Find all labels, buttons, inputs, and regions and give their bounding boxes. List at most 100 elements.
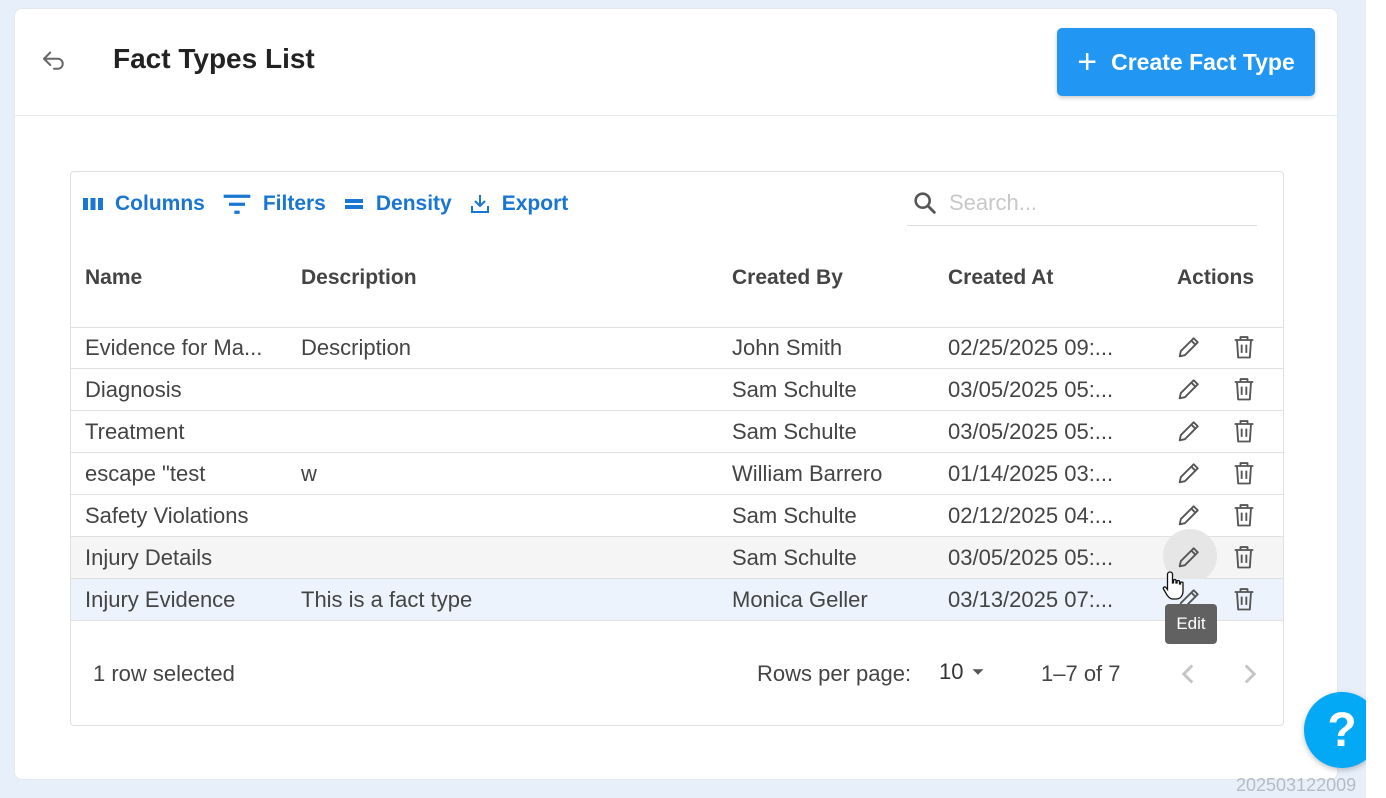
cell-name: Safety Violations <box>85 503 249 528</box>
delete-button[interactable] <box>1230 585 1260 615</box>
edit-button[interactable] <box>1175 375 1205 405</box>
cell-created-at: 03/13/2025 07:... <box>948 587 1114 612</box>
pencil-icon <box>1178 547 1199 568</box>
cell-created-by: John Smith <box>732 335 843 360</box>
trash-icon <box>1234 504 1254 527</box>
chevron-left-icon <box>1181 664 1194 684</box>
edit-tooltip: Edit <box>1165 604 1217 644</box>
cell-description: Description <box>301 335 412 360</box>
chevron-right-icon <box>1244 664 1257 684</box>
header-name[interactable]: Name <box>85 266 142 290</box>
trash-icon <box>1234 546 1254 569</box>
column-headers: Name Description Created By Created At A… <box>71 242 1283 328</box>
rows-per-page-label: Rows per page: <box>757 661 912 686</box>
page-title: Fact Types List <box>113 43 315 74</box>
cell-created-by: Sam Schulte <box>732 503 857 528</box>
header-created-at[interactable]: Created At <box>948 266 1053 290</box>
trash-icon <box>1234 420 1254 443</box>
grid-toolbar: Columns Filters Density Export <box>81 186 584 222</box>
data-grid: Columns Filters Density Export Name Desc… <box>70 171 1284 726</box>
trash-icon <box>1234 378 1254 401</box>
table-row[interactable]: Safety Violations Sam Schulte 02/12/2025 0… <box>71 495 1283 537</box>
cell-name: Evidence for Ma... <box>85 335 263 360</box>
delete-button[interactable] <box>1230 375 1260 405</box>
selected-count: 1 row selected <box>93 661 235 686</box>
cell-created-at: 03/05/2025 05:... <box>948 419 1114 444</box>
grid-footer: 1 row selected Rows per page: 10 1–7 of … <box>71 629 1283 725</box>
table-row[interactable]: escape "test w William Barrero 01/14/2025 0… <box>71 453 1283 495</box>
edit-button[interactable] <box>1175 501 1205 531</box>
cell-created-by: Sam Schulte <box>732 377 857 402</box>
cell-name: Diagnosis <box>85 377 182 402</box>
filters-label: Filters <box>262 192 326 215</box>
delete-button[interactable] <box>1230 417 1260 447</box>
edit-button[interactable] <box>1175 333 1205 363</box>
cell-created-by: Sam Schulte <box>732 419 857 444</box>
pencil-icon <box>1178 379 1199 400</box>
delete-button[interactable] <box>1230 333 1260 363</box>
caret-down-icon <box>972 669 984 675</box>
cell-name: Injury Details <box>85 545 213 570</box>
pencil-icon <box>1178 337 1199 358</box>
cell-description: w <box>301 461 317 486</box>
plus-icon: + <box>1077 43 1098 81</box>
table-row[interactable]: Treatment Sam Schulte 03/05/2025 05:... <box>71 411 1283 453</box>
density-icon <box>344 199 363 209</box>
pencil-icon <box>1178 505 1199 526</box>
search-input[interactable] <box>949 189 1239 216</box>
delete-button[interactable] <box>1230 501 1260 531</box>
rows-per-page-value: 10 <box>939 659 964 684</box>
build-id: 202503122009 <box>1236 775 1357 795</box>
columns-button[interactable]: Columns <box>81 192 205 216</box>
cell-created-at: 03/05/2025 05:... <box>948 377 1114 402</box>
filters-button[interactable]: Filters <box>221 188 326 220</box>
header-description[interactable]: Description <box>301 266 417 290</box>
export-button[interactable]: Export <box>468 192 569 216</box>
table-row[interactable]: Injury Evidence This is a fact type Monica… <box>71 579 1283 621</box>
trash-icon <box>1234 336 1254 359</box>
table-row[interactable]: Diagnosis Sam Schulte 03/05/2025 05:... <box>71 369 1283 411</box>
cell-description: This is a fact type <box>301 587 473 612</box>
edit-button[interactable] <box>1175 417 1205 447</box>
cell-created-by: William Barrero <box>732 461 883 486</box>
trash-icon <box>1234 588 1254 611</box>
export-label: Export <box>501 192 569 215</box>
next-page-button[interactable] <box>1233 657 1267 691</box>
cell-created-at: 01/14/2025 03:... <box>948 461 1114 486</box>
cell-created-at: 02/25/2025 09:... <box>948 335 1114 360</box>
create-fact-type-label: Create Fact Type <box>1111 48 1295 75</box>
delete-button[interactable] <box>1230 543 1260 573</box>
cell-name: Injury Evidence <box>85 587 236 612</box>
cell-created-at: 03/05/2025 05:... <box>948 545 1114 570</box>
edit-button[interactable] <box>1175 543 1205 573</box>
back-button[interactable] <box>39 45 69 75</box>
hand-cursor-icon <box>1162 571 1184 600</box>
search-icon <box>914 191 936 214</box>
cell-created-by: Sam Schulte <box>732 545 857 570</box>
pencil-icon <box>1178 463 1199 484</box>
header-created-by[interactable]: Created By <box>732 266 843 290</box>
rows-per-page-select[interactable]: 10 <box>939 659 989 685</box>
trash-icon <box>1234 462 1254 485</box>
edit-button[interactable] <box>1175 459 1205 489</box>
columns-icon <box>83 198 103 210</box>
download-icon <box>470 195 489 213</box>
density-button[interactable]: Density <box>342 192 452 216</box>
cell-name: escape "test <box>85 461 206 486</box>
cell-created-by: Monica Geller <box>732 587 868 612</box>
search-box <box>907 180 1257 226</box>
create-fact-type-button[interactable]: + Create Fact Type <box>1057 28 1315 96</box>
cell-name: Treatment <box>85 419 185 444</box>
prev-page-button[interactable] <box>1171 657 1205 691</box>
pencil-icon <box>1178 421 1199 442</box>
table-row[interactable]: Evidence for Ma... Description John Smith 0… <box>71 327 1283 369</box>
filter-icon <box>223 194 251 214</box>
columns-label: Columns <box>115 192 205 215</box>
main-card: Fact Types List + Create Fact Type Colum… <box>14 8 1338 780</box>
page-header: Fact Types List + Create Fact Type <box>15 9 1337 116</box>
table-row[interactable]: Injury Details Sam Schulte 03/05/2025 05:.… <box>71 529 1283 583</box>
scrollbar-track[interactable] <box>1366 0 1386 798</box>
cell-created-at: 02/12/2025 04:... <box>948 503 1114 528</box>
delete-button[interactable] <box>1230 459 1260 489</box>
pagination-range: 1–7 of 7 <box>1041 661 1121 686</box>
